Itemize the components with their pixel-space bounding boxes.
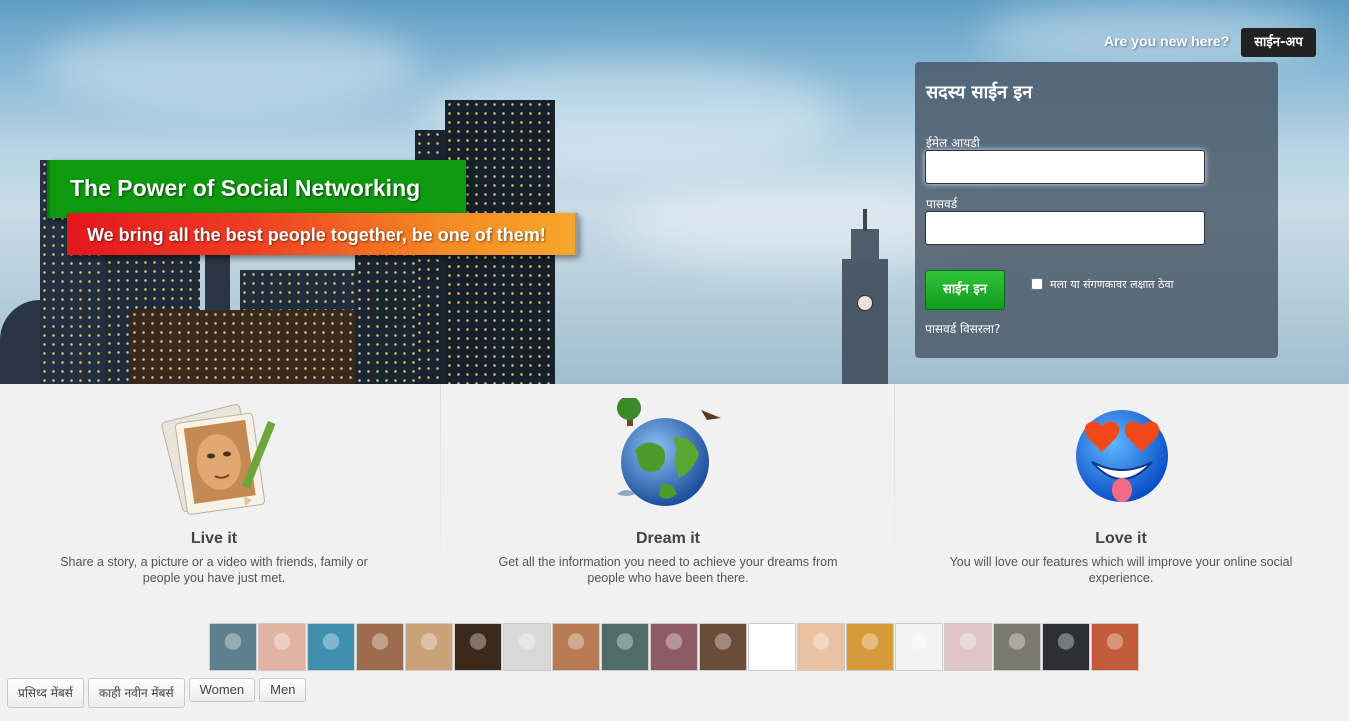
feature-text: You will love our features which will im… [949,555,1293,585]
divider [440,384,441,574]
member-avatar-strip [209,623,1140,671]
tab-men[interactable]: Men [259,678,307,702]
member-avatar[interactable] [944,623,992,671]
member-avatar[interactable] [552,623,600,671]
member-avatar[interactable] [748,623,796,671]
heart-eyes-smiley-icon [1066,398,1176,508]
hero-banner: The Power of Social Networking We bring … [0,0,1349,384]
password-label: पासवर्ड [926,197,958,211]
feature-live-it: Live it Share a story, a picture or a vi… [40,384,388,585]
clock-tower [842,209,888,384]
member-avatar[interactable] [846,623,894,671]
email-field[interactable] [925,150,1205,184]
portrait-pencil-icon [159,398,276,515]
remember-me-checkbox[interactable] [1031,278,1043,290]
remember-me-label: मला या संगणकावर लक्षात ठेवा [1050,278,1174,291]
member-avatar[interactable] [503,623,551,671]
feature-title: Dream it [635,530,701,547]
member-avatar[interactable] [356,623,404,671]
feature-title: Love it [1095,530,1147,547]
member-avatar[interactable] [1042,623,1090,671]
subheadline-text: We bring all the best people together, b… [87,225,546,245]
email-label: ईमेल आयडी [926,136,980,150]
tab-women[interactable]: Women [188,678,256,702]
login-title: सदस्य साईन इन [926,82,1033,103]
tab-popular-members[interactable]: प्रसिध्द मेंबर्स [7,678,84,708]
member-avatar[interactable] [405,623,453,671]
member-avatar[interactable] [1091,623,1139,671]
clock-face [857,295,873,311]
member-avatar[interactable] [258,623,306,671]
member-avatar[interactable] [993,623,1041,671]
headline-banner: The Power of Social Networking [47,160,466,218]
sign-in-button[interactable]: साईन इन [925,270,1005,310]
tab-new-members[interactable]: काही नवीन मेंबर्स [87,678,185,708]
member-avatar[interactable] [454,623,502,671]
subheadline-banner: We bring all the best people together, b… [67,213,578,255]
divider [894,384,895,574]
member-avatar[interactable] [209,623,257,671]
member-avatar[interactable] [699,623,747,671]
new-here-prompt: Are you new here? [1104,33,1230,49]
feature-love-it: Love it You will love our features which… [940,384,1302,585]
feature-title: Live it [190,530,238,547]
member-filter-tabs: प्रसिध्द मेंबर्स काही नवीन मेंबर्स Women… [7,678,310,708]
member-avatar[interactable] [895,623,943,671]
feature-dream-it: Dream it Get all the information you nee… [488,384,848,585]
features-section: Live it Share a story, a picture or a vi… [0,384,1349,604]
member-avatar[interactable] [650,623,698,671]
globe-icon [613,396,723,508]
feature-text: Get all the information you need to achi… [498,555,838,585]
headline-text: The Power of Social Networking [70,175,421,201]
forgot-password-link[interactable]: पासवर्ड विसरला? [925,320,1000,337]
login-panel: सदस्य साईन इन ईमेल आयडी पासवर्ड साईन इन … [915,62,1278,358]
member-avatar[interactable] [797,623,845,671]
feature-text: Share a story, a picture or a video with… [60,555,368,585]
member-avatar[interactable] [307,623,355,671]
signup-button[interactable]: साईन-अप [1241,28,1316,57]
password-field[interactable] [925,211,1205,245]
member-avatar[interactable] [601,623,649,671]
